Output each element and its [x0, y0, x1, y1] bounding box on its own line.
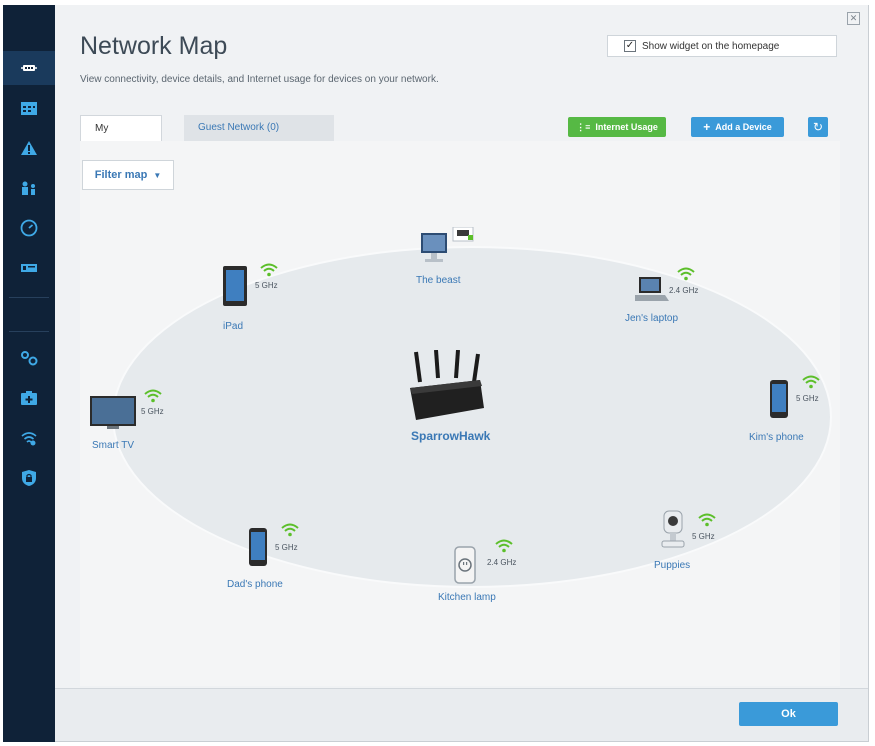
- settings-icon: [21, 351, 38, 366]
- wireless-icon: [21, 432, 37, 446]
- troubleshooting-icon: [21, 391, 37, 405]
- laptop-icon[interactable]: [635, 275, 669, 303]
- calendar-icon: [21, 102, 37, 115]
- network-map-icon: [21, 65, 37, 71]
- sidebar-item-speed-test[interactable]: [3, 211, 55, 245]
- security-icon: [22, 470, 36, 486]
- camera-icon[interactable]: [658, 509, 688, 553]
- device-label-puppies[interactable]: Puppies: [654, 560, 690, 571]
- device-label-kitchen-lamp[interactable]: Kitchen lamp: [438, 592, 496, 603]
- wifi-icon: [260, 263, 278, 277]
- band-label-kims-phone: 5 GHz: [796, 394, 819, 403]
- chevron-down-icon: ▼: [153, 170, 162, 180]
- device-label-smart-tv[interactable]: Smart TV: [92, 440, 134, 451]
- band-label-jens-laptop: 2.4 GHz: [669, 286, 699, 295]
- band-label-kitchen-lamp: 2.4 GHz: [487, 558, 517, 567]
- main-panel: ✕ Network Map View connectivity, device …: [55, 5, 868, 741]
- device-label-the-beast[interactable]: The beast: [416, 275, 460, 286]
- sidebar-item-alerts[interactable]: [3, 131, 55, 165]
- device-label-kims-phone[interactable]: Kim's phone: [749, 432, 804, 443]
- sidebar-item-parental-controls[interactable]: [3, 171, 55, 205]
- internet-usage-label: Internet Usage: [595, 122, 658, 132]
- sidebar-item-usb-storage[interactable]: [3, 251, 55, 285]
- add-device-button[interactable]: + Add a Device: [691, 117, 784, 137]
- wifi-icon: [495, 539, 513, 553]
- band-label-puppies: 5 GHz: [692, 532, 715, 541]
- tab-my-network[interactable]: My Network: [80, 115, 162, 160]
- page-subtitle: View connectivity, device details, and I…: [80, 74, 439, 85]
- device-label-ipad[interactable]: iPad: [223, 321, 243, 332]
- sidebar-divider: [9, 297, 49, 298]
- device-label-jens-laptop[interactable]: Jen's laptop: [625, 313, 678, 324]
- page-title: Network Map: [80, 32, 228, 60]
- wifi-icon: [698, 513, 716, 527]
- parental-controls-icon: [22, 181, 35, 195]
- show-widget-toggle[interactable]: ✓ Show widget on the homepage: [607, 35, 837, 57]
- sidebar-divider: [9, 331, 49, 332]
- show-widget-checkbox[interactable]: ✓: [624, 40, 636, 52]
- tab-guest-network[interactable]: Guest Network (0): [184, 115, 334, 141]
- band-label-smart-tv: 5 GHz: [141, 407, 164, 416]
- wifi-icon: [144, 389, 162, 403]
- sidebar-item-settings[interactable]: [3, 341, 55, 375]
- sidebar: [3, 5, 61, 742]
- refresh-button[interactable]: ↻: [808, 117, 828, 137]
- wifi-icon: [802, 375, 820, 389]
- band-label-dads-phone: 5 GHz: [275, 543, 298, 552]
- close-icon[interactable]: ✕: [847, 12, 860, 25]
- band-label-ipad: 5 GHz: [255, 281, 278, 290]
- smart-plug-icon[interactable]: [453, 545, 477, 585]
- warning-icon: [21, 141, 37, 155]
- add-device-label: Add a Device: [715, 122, 772, 132]
- wifi-icon: [281, 523, 299, 537]
- ok-button[interactable]: Ok: [739, 702, 838, 726]
- phone-icon[interactable]: [248, 527, 268, 567]
- filter-map-dropdown[interactable]: Filter map ▼: [82, 160, 174, 190]
- device-label-dads-phone[interactable]: Dad's phone: [227, 579, 283, 590]
- usb-storage-icon: [21, 264, 37, 272]
- phone-icon[interactable]: [769, 379, 789, 419]
- router-icon[interactable]: [406, 350, 486, 422]
- desktop-icon[interactable]: [419, 227, 481, 269]
- show-widget-label: Show widget on the homepage: [642, 40, 780, 52]
- tv-icon[interactable]: [89, 395, 137, 431]
- sidebar-item-network-map[interactable]: [3, 51, 61, 85]
- filter-map-label: Filter map: [94, 169, 148, 181]
- sidebar-item-calendar[interactable]: [3, 91, 55, 125]
- wifi-icon: [677, 267, 695, 281]
- sidebar-item-security[interactable]: [3, 461, 55, 495]
- tablet-icon[interactable]: [222, 265, 248, 307]
- speed-test-icon: [20, 219, 38, 237]
- internet-usage-button[interactable]: ⋮≡ Internet Usage: [568, 117, 666, 137]
- sidebar-item-troubleshooting[interactable]: [3, 381, 55, 415]
- refresh-icon: ↻: [812, 120, 824, 134]
- usage-chart-icon: ⋮≡: [576, 121, 591, 132]
- sidebar-item-wireless[interactable]: [3, 421, 55, 455]
- plus-icon: +: [703, 120, 711, 134]
- router-name[interactable]: SparrowHawk: [411, 429, 490, 443]
